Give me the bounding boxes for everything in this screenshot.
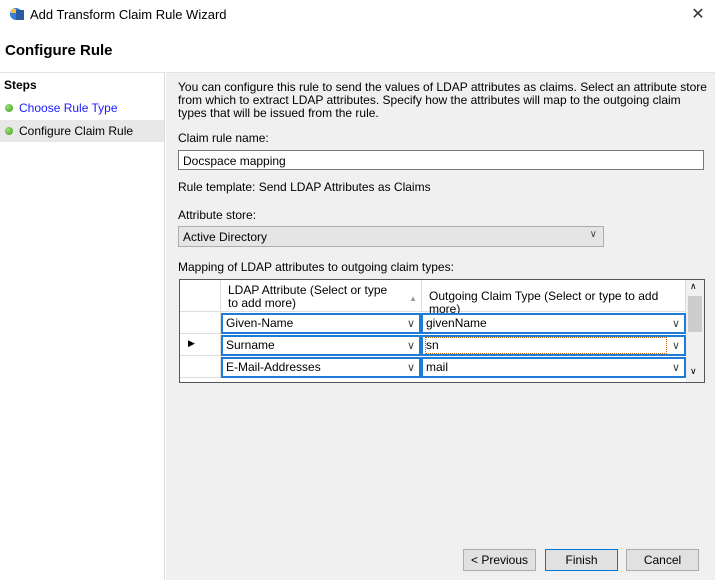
attribute-store-value: Active Directory — [183, 230, 268, 244]
column-header-label: Outgoing Claim Type (Select or type to a… — [429, 289, 659, 316]
chevron-down-icon[interactable]: ∨ — [672, 317, 680, 332]
rule-template-text: Rule template: Send LDAP Attributes as C… — [178, 180, 431, 194]
claim-type-cell[interactable]: sn ∨ — [421, 335, 686, 356]
status-dot-icon — [5, 127, 13, 135]
status-dot-icon — [5, 104, 13, 112]
page-title: Configure Rule — [5, 42, 113, 59]
mapping-label: Mapping of LDAP attributes to outgoing c… — [178, 260, 454, 274]
chevron-down-icon[interactable]: ∨ — [407, 361, 415, 376]
step-choose-rule-type[interactable]: Choose Rule Type — [0, 97, 164, 119]
column-header-label: LDAP Attribute (Select or type to add mo… — [228, 283, 388, 310]
claim-rule-name-label: Claim rule name: — [178, 131, 269, 145]
claim-type-cell[interactable]: givenName ∨ — [421, 313, 686, 334]
steps-header: Steps — [4, 78, 37, 92]
row-header[interactable] — [180, 356, 221, 378]
scroll-up-icon[interactable]: ∧ — [690, 281, 697, 292]
description: You can configure this rule to send the … — [178, 80, 707, 120]
chevron-down-icon: ∨ — [589, 229, 597, 240]
cell-value: Surname — [226, 338, 275, 352]
current-row-arrow-icon: ▶ — [188, 338, 195, 348]
attribute-store-select[interactable]: Active Directory ∨ — [178, 226, 604, 247]
step-label: Choose Rule Type — [19, 101, 118, 115]
chevron-down-icon[interactable]: ∨ — [672, 339, 680, 354]
scroll-down-icon[interactable]: ∨ — [690, 366, 697, 377]
cell-value: sn — [425, 337, 667, 354]
mapping-grid: LDAP Attribute (Select or type to add mo… — [179, 279, 705, 383]
column-header-claim[interactable]: Outgoing Claim Type (Select or type to a… — [422, 280, 686, 316]
step-label: Configure Claim Rule — [19, 124, 134, 138]
sort-up-icon: ▲ — [409, 294, 417, 303]
cell-value: E-Mail-Addresses — [226, 360, 321, 374]
chevron-down-icon[interactable]: ∨ — [407, 339, 415, 354]
vertical-scrollbar[interactable]: ∧ ∨ — [686, 280, 704, 382]
window-title: Add Transform Claim Rule Wizard — [30, 7, 227, 22]
attribute-store-label: Attribute store: — [178, 208, 257, 222]
claim-rule-name-input[interactable]: Docspace mapping — [178, 150, 704, 170]
finish-button[interactable]: Finish — [545, 549, 618, 571]
close-icon[interactable]: ✕ — [688, 4, 708, 24]
row-header[interactable]: ▶ — [180, 334, 221, 356]
wizard-app-icon — [10, 8, 24, 20]
steps-pane: Steps Choose Rule Type Configure Claim R… — [0, 72, 165, 580]
cell-value: givenName — [426, 316, 487, 330]
previous-button[interactable]: < Previous — [463, 549, 536, 571]
cell-value: Given-Name — [226, 316, 294, 330]
ldap-attribute-cell[interactable]: Given-Name ∨ — [221, 313, 421, 334]
cancel-button[interactable]: Cancel — [626, 549, 699, 571]
column-header-ldap[interactable]: LDAP Attribute (Select or type to add mo… — [221, 280, 422, 312]
ldap-attribute-cell[interactable]: Surname ∨ — [221, 335, 421, 356]
row-header[interactable] — [180, 312, 221, 334]
ldap-attribute-cell[interactable]: E-Mail-Addresses ∨ — [221, 357, 421, 378]
cell-value: mail — [426, 360, 449, 374]
scrollbar-thumb[interactable] — [688, 296, 702, 332]
chevron-down-icon[interactable]: ∨ — [407, 317, 415, 332]
claim-type-cell[interactable]: mail ∨ — [421, 357, 686, 378]
step-configure-claim-rule: Configure Claim Rule — [0, 120, 164, 142]
title-bar: Add Transform Claim Rule Wizard ✕ — [0, 0, 715, 30]
chevron-down-icon[interactable]: ∨ — [672, 361, 680, 376]
row-header-corner — [180, 280, 221, 312]
